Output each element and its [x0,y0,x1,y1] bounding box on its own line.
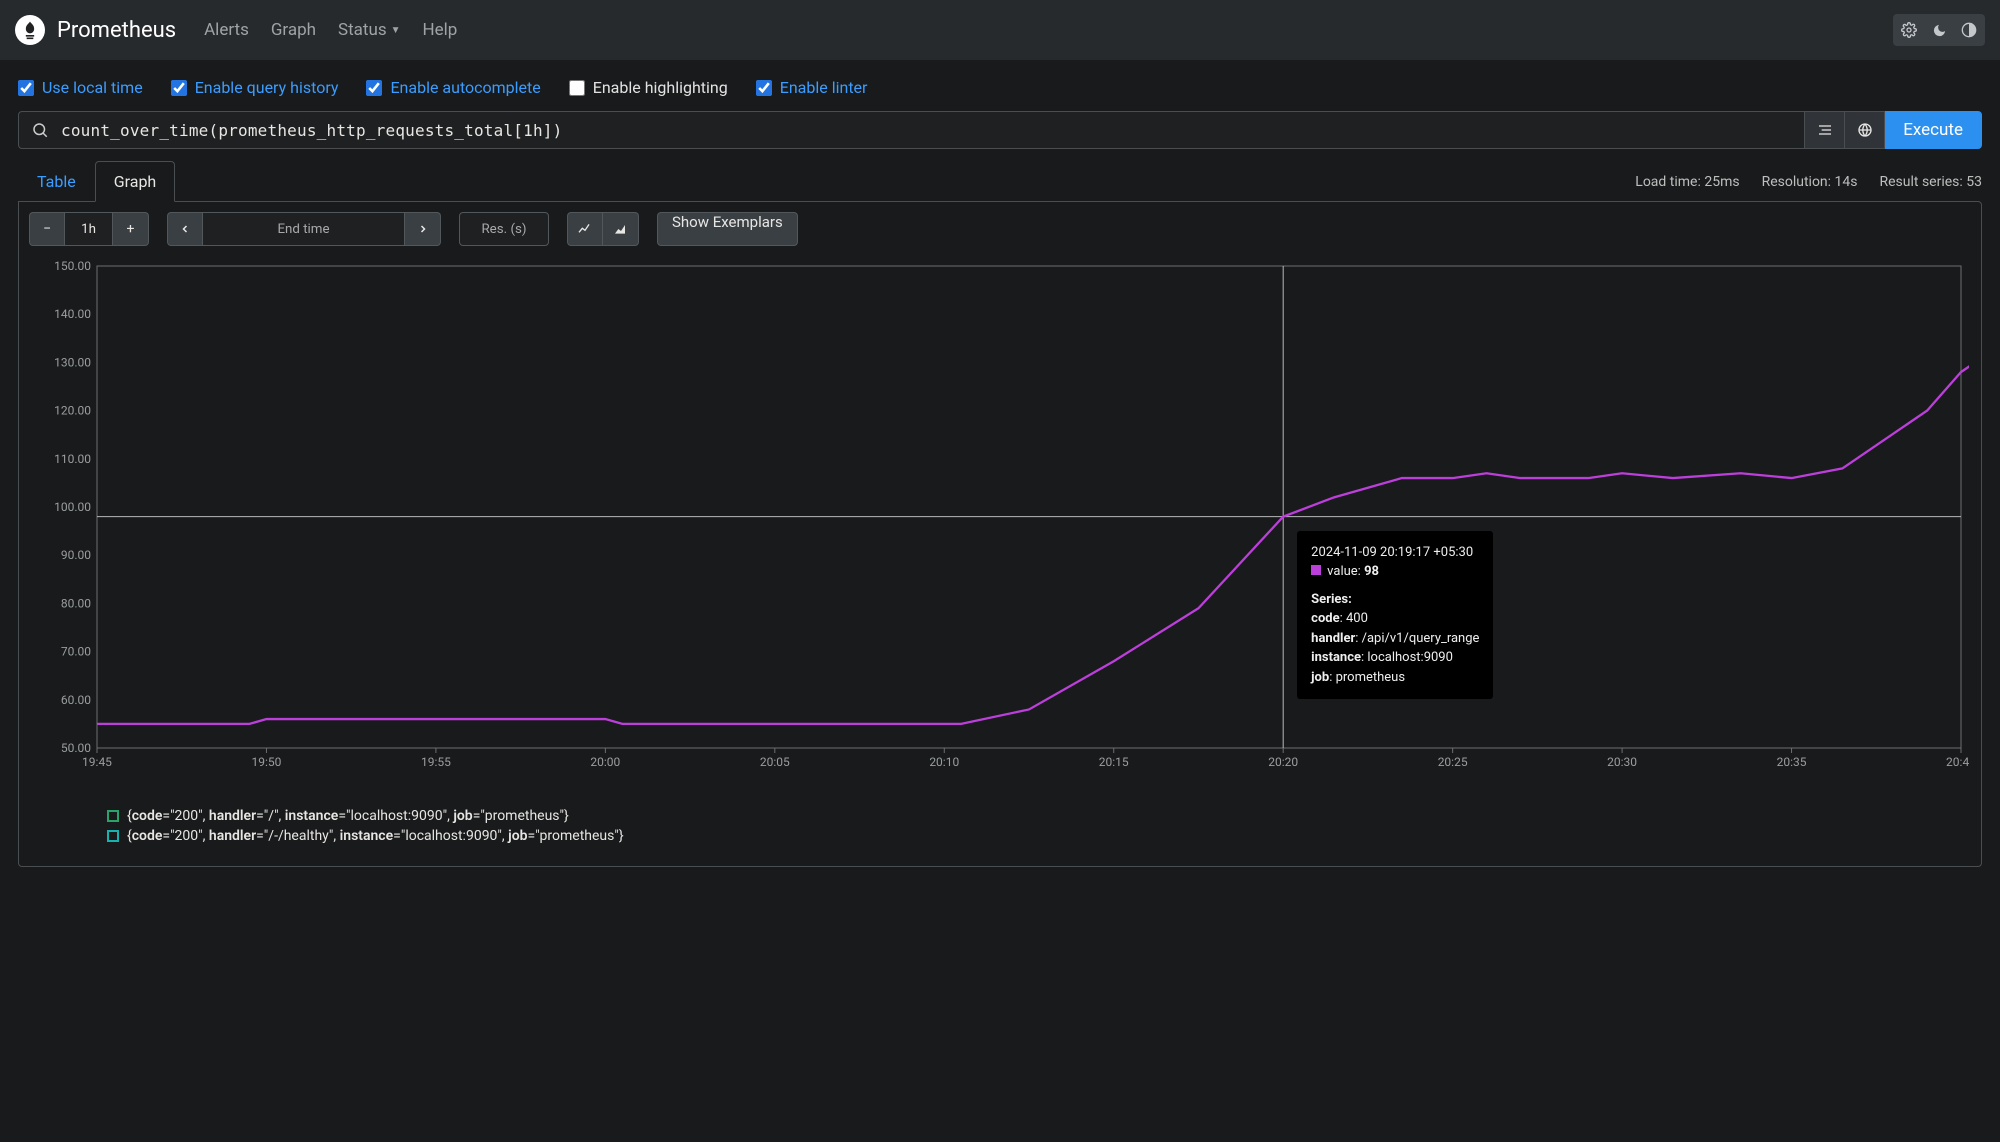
legend-item[interactable]: {code="200", handler="/-/healthy", insta… [107,828,1971,844]
navbar: Prometheus Alerts Graph Status▼ Help [0,0,2000,60]
range-decrease-button[interactable]: − [29,212,65,246]
opt-local-time[interactable]: Use local time [18,78,143,97]
legend-swatch-icon [107,810,119,822]
tab-graph[interactable]: Graph [95,161,176,202]
svg-text:19:55: 19:55 [421,755,451,769]
svg-text:60.00: 60.00 [61,693,91,707]
svg-text:110.00: 110.00 [54,452,91,466]
svg-text:130.00: 130.00 [54,355,91,369]
svg-text:20:00: 20:00 [590,755,620,769]
execute-button[interactable]: Execute [1885,111,1982,149]
settings-gear-icon[interactable] [1895,16,1923,44]
chart-type-group [567,212,639,246]
prometheus-logo-icon [15,15,45,45]
svg-text:90.00: 90.00 [61,548,91,562]
endtime-group [167,212,441,246]
svg-text:20:15: 20:15 [1099,755,1129,769]
svg-text:140.00: 140.00 [54,307,91,321]
brand[interactable]: Prometheus [15,15,176,45]
endtime-input[interactable] [203,212,405,246]
tooltip: 2024-11-09 20:19:17 +05:30 value: 98 Ser… [1297,531,1493,700]
range-input[interactable] [65,212,113,246]
format-button[interactable] [1805,111,1845,149]
chevron-down-icon: ▼ [391,25,401,36]
nav-right [1893,14,1985,46]
svg-text:100.00: 100.00 [54,500,91,514]
range-group: − + [29,212,149,246]
svg-text:20:25: 20:25 [1438,755,1468,769]
show-exemplars-button[interactable]: Show Exemplars [657,212,798,246]
tab-table[interactable]: Table [18,161,95,202]
moon-icon[interactable] [1925,16,1953,44]
line-chart-icon[interactable] [567,212,603,246]
svg-text:20:20: 20:20 [1268,755,1298,769]
graph-panel: − + Show Exemplars 50.00 60.00 70.00 80.00 9… [18,201,1982,867]
search-icon [19,121,61,139]
legend-item[interactable]: {code="200", handler="/", instance="loca… [107,808,1971,824]
svg-text:70.00: 70.00 [61,645,91,659]
query-row: count_over_time(prometheus_http_requests… [18,111,1982,149]
opt-highlighting[interactable]: Enable highlighting [569,78,728,97]
svg-text:80.00: 80.00 [61,596,91,610]
range-increase-button[interactable]: + [113,212,149,246]
contrast-icon[interactable] [1955,16,1983,44]
endtime-next-button[interactable] [405,212,441,246]
graph-toolbar: − + Show Exemplars [29,212,1971,246]
area-chart-icon[interactable] [603,212,639,246]
nav-help[interactable]: Help [423,20,458,40]
svg-text:120.00: 120.00 [54,404,91,418]
expression-input[interactable]: count_over_time(prometheus_http_requests… [18,111,1805,149]
legend-swatch-icon [107,830,119,842]
nav-graph[interactable]: Graph [271,20,316,40]
tooltip-swatch-icon [1311,565,1321,575]
nav-links: Alerts Graph Status▼ Help [204,20,457,40]
expression-text: count_over_time(prometheus_http_requests… [61,121,1804,140]
meta-resolution: Resolution: 14s [1762,174,1858,190]
tabs-row: Table Graph Load time: 25ms Resolution: … [18,161,1982,202]
meta-loadtime: Load time: 25ms [1635,174,1739,190]
opt-linter[interactable]: Enable linter [756,78,868,97]
legend: {code="200", handler="/", instance="loca… [107,808,1971,844]
endtime-prev-button[interactable] [167,212,203,246]
opt-query-history[interactable]: Enable query history [171,78,339,97]
svg-text:19:45: 19:45 [82,755,112,769]
resolution-input[interactable] [459,212,549,246]
brand-name: Prometheus [57,18,176,43]
meta-result: Result series: 53 [1880,174,1983,190]
svg-text:20:30: 20:30 [1607,755,1637,769]
options-row: Use local time Enable query history Enab… [0,60,2000,111]
svg-text:20:40: 20:40 [1946,755,1969,769]
globe-button[interactable] [1845,111,1885,149]
svg-text:50.00: 50.00 [61,741,91,755]
svg-text:20:05: 20:05 [760,755,790,769]
svg-text:150.00: 150.00 [54,259,91,273]
svg-text:20:35: 20:35 [1777,755,1807,769]
tooltip-timestamp: 2024-11-09 20:19:17 +05:30 [1311,543,1479,563]
svg-text:20:10: 20:10 [929,755,959,769]
svg-text:19:50: 19:50 [252,755,282,769]
chart[interactable]: 50.00 60.00 70.00 80.00 90.00 100.00 110.00 120… [29,258,1971,778]
opt-autocomplete[interactable]: Enable autocomplete [366,78,540,97]
nav-status[interactable]: Status▼ [338,20,401,40]
nav-alerts[interactable]: Alerts [204,20,249,40]
